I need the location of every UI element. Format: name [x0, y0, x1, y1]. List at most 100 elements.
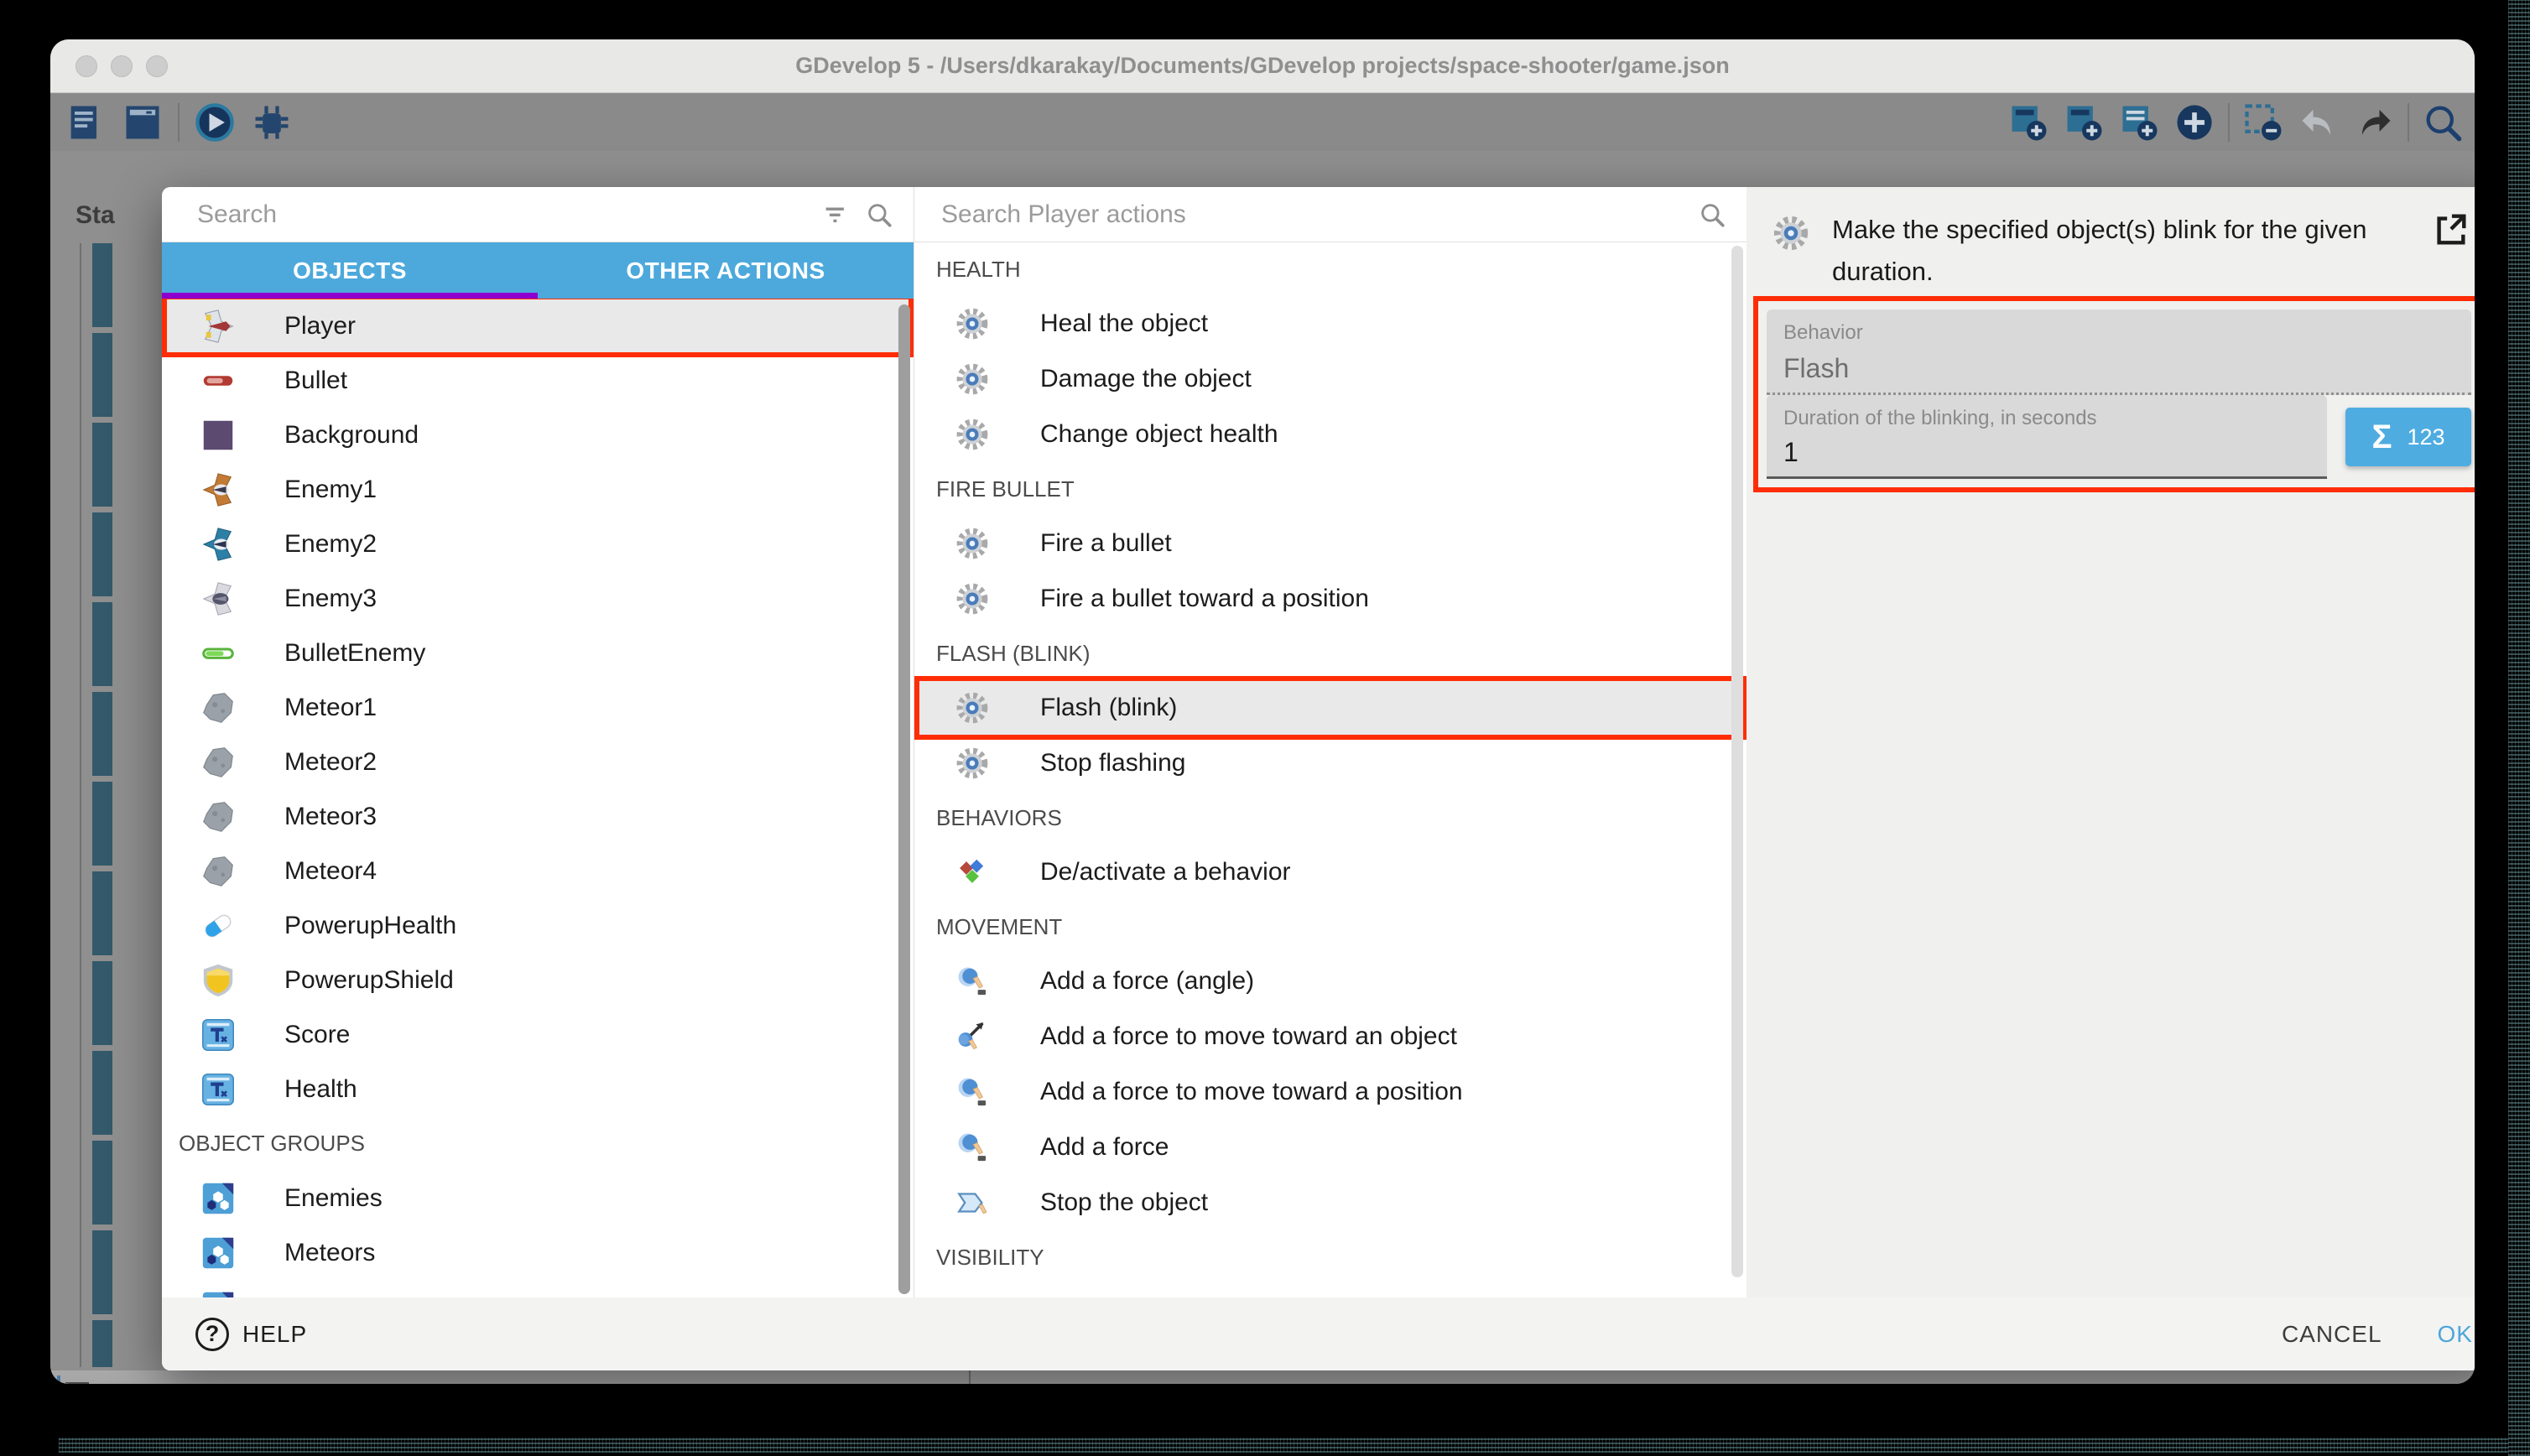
force-icon [955, 1130, 990, 1165]
list-item[interactable]: Add a force (angle) [914, 954, 1747, 1009]
list-item[interactable]: FLASH (BLINK) [914, 627, 1747, 680]
list-item[interactable]: PowerupShield [162, 953, 914, 1007]
condition-text-segment: The X position of [97, 1383, 280, 1384]
list-item[interactable]: Change object health [914, 407, 1747, 462]
list-item[interactable]: Bullet [162, 353, 914, 408]
list-item[interactable]: PowerupHealth [162, 898, 914, 953]
list-item-label: Stop flashing [1040, 749, 1185, 777]
open-in-new-icon[interactable] [2431, 211, 2470, 249]
list-item-label: Add a force to move toward an object [1040, 1022, 1457, 1051]
add-event-icon[interactable] [2007, 101, 2050, 144]
help-button[interactable]: ? HELP [195, 1318, 307, 1351]
list-item-label: Fire a bullet toward a position [1040, 585, 1369, 613]
gear-icon [955, 361, 990, 397]
list-item-label: PowerupHealth [284, 912, 456, 940]
search-icon[interactable] [865, 200, 893, 229]
list-item[interactable]: Damage the object [914, 351, 1747, 407]
list-item[interactable]: Hide [914, 1284, 1747, 1297]
gear-icon [1772, 214, 1810, 252]
list-item[interactable]: Add a force [914, 1120, 1747, 1175]
meteor-icon [199, 689, 237, 727]
behavior-field-value: Flash [1783, 353, 2455, 384]
list-item[interactable]: Stop the object [914, 1175, 1747, 1230]
duration-input[interactable] [1783, 437, 2310, 468]
list-item[interactable]: Add a force to move toward an object [914, 1009, 1747, 1064]
list-item[interactable]: Meteor2 [162, 735, 914, 789]
list-item[interactable]: Fire a bullet toward a position [914, 571, 1747, 627]
project-manager-icon[interactable] [64, 101, 107, 144]
list-item-label: Bullet [284, 367, 347, 395]
list-item[interactable]: FIRE BULLET [914, 462, 1747, 516]
add-new-icon[interactable] [2173, 101, 2216, 144]
list-item[interactable]: Fire a bullet [914, 516, 1747, 571]
gear-icon [955, 526, 990, 561]
filter-icon[interactable] [821, 200, 850, 229]
condition-text-segment: Enemies [280, 1383, 377, 1384]
behavior-field[interactable]: Behavior Flash [1767, 309, 2471, 395]
actions-search-input[interactable] [940, 200, 1683, 230]
duration-field[interactable]: Duration of the blinking, in seconds [1767, 395, 2327, 479]
list-item-label: Meteor4 [284, 857, 377, 886]
list-item[interactable]: OBJECT GROUPS [162, 1116, 914, 1171]
add-subevent-icon[interactable] [2062, 101, 2106, 144]
play-icon[interactable] [193, 101, 237, 144]
actions-list-scrollbar[interactable] [1731, 246, 1743, 1277]
list-item[interactable]: Health [162, 1062, 914, 1116]
actions-list: HEALTH Heal the object Damage the object… [914, 242, 1747, 1297]
list-item[interactable]: Meteor1 [162, 680, 914, 735]
list-item[interactable]: BulletEnemy [162, 626, 914, 680]
list-item[interactable]: Add a force to move toward a position [914, 1064, 1747, 1120]
search-icon[interactable] [1698, 200, 1726, 229]
group-icon [199, 1288, 237, 1298]
action-editor-dialog: OBJECTS OTHER ACTIONS Player Bullet [162, 187, 2475, 1370]
list-item[interactable]: MOVEMENT [914, 900, 1747, 954]
redo-icon[interactable] [2352, 101, 2396, 144]
search-icon[interactable] [2421, 101, 2465, 144]
tab-other-actions[interactable]: OTHER ACTIONS [538, 242, 914, 299]
toolbar-divider [178, 103, 180, 142]
list-item[interactable]: Enemy2 [162, 517, 914, 571]
list-item[interactable]: Stop flashing [914, 736, 1747, 791]
objects-list-scrollbar[interactable] [898, 304, 910, 1294]
remove-event-icon[interactable] [2241, 101, 2285, 144]
ok-button[interactable]: OK [2438, 1321, 2473, 1348]
list-item-label: Add a force (angle) [1040, 967, 1254, 996]
list-item-label: Enemy3 [284, 585, 377, 613]
list-item-label: Change object health [1040, 420, 1278, 449]
list-item[interactable]: BEHAVIORS [914, 791, 1747, 845]
undo-icon[interactable] [2297, 101, 2340, 144]
list-item[interactable]: De/activate a behavior [914, 845, 1747, 900]
list-item[interactable]: Enemy1 [162, 462, 914, 517]
window-titlebar: GDevelop 5 - /Users/dkarakay/Documents/G… [50, 39, 2475, 93]
list-item-label: Add a force [1040, 1133, 1169, 1162]
scene-editor-icon[interactable] [121, 101, 164, 144]
parameters-annotation-box: Behavior Flash Duration of the blinking,… [1753, 296, 2475, 492]
tab-objects[interactable]: OBJECTS [162, 242, 538, 299]
list-item[interactable]: Score [162, 1007, 914, 1062]
list-item[interactable]: Meteor4 [162, 844, 914, 898]
list-item[interactable]: VISIBILITY [914, 1230, 1747, 1284]
list-item-label: BulletEnemy [284, 639, 425, 668]
cancel-button[interactable]: CANCEL [2282, 1321, 2382, 1348]
expression-editor-button[interactable]: Σ 123 [2345, 408, 2471, 466]
main-toolbar [50, 94, 2475, 151]
list-item[interactable]: Meteors [162, 1225, 914, 1280]
list-item[interactable]: Heal the object [914, 296, 1747, 351]
gear-icon [955, 306, 990, 341]
action-text-segment: Enemies [1086, 1382, 1183, 1384]
list-item[interactable]: HEALTH [914, 242, 1747, 296]
group-icon [199, 1234, 237, 1272]
action-detail-panel: Make the specified object(s) blink for t… [1747, 187, 2475, 1297]
objects-search-input[interactable] [195, 200, 806, 230]
list-item-label: MOVEMENT [936, 914, 1062, 940]
list-item[interactable]: Flash (blink) [914, 680, 1747, 736]
list-item[interactable]: Meteor3 [162, 789, 914, 844]
gear-icon [955, 746, 990, 781]
add-comment-icon[interactable] [2117, 101, 2161, 144]
list-item[interactable]: Player [162, 299, 914, 353]
list-item[interactable]: Enemy3 [162, 571, 914, 626]
debugger-icon[interactable] [250, 101, 294, 144]
list-item[interactable]: Background [162, 408, 914, 462]
list-item[interactable]: Powerups [162, 1280, 914, 1297]
list-item[interactable]: Enemies [162, 1171, 914, 1225]
